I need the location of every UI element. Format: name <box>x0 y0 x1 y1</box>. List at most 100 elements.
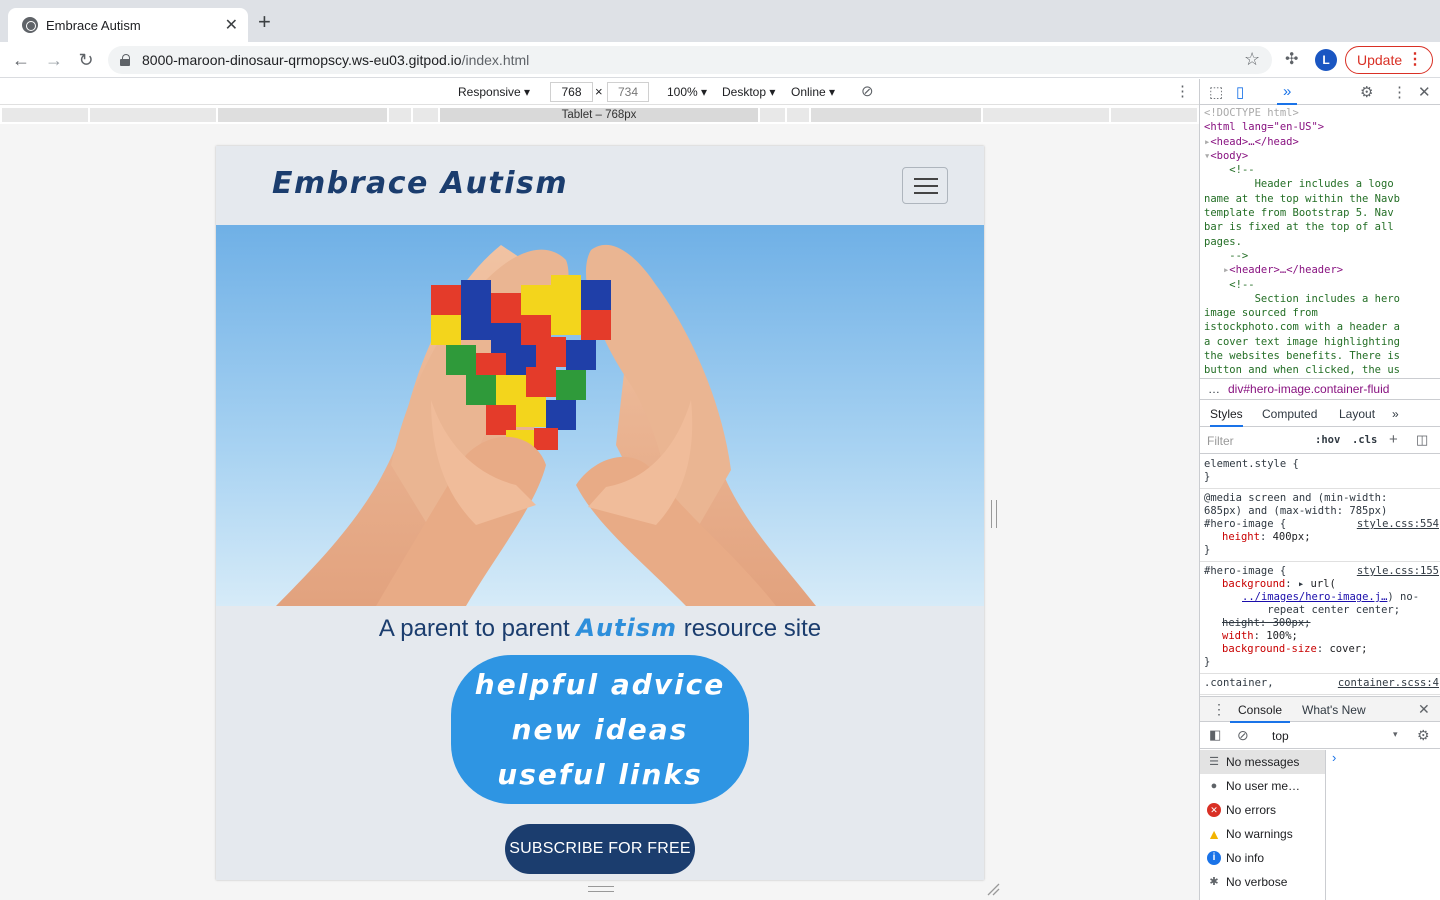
viewport-width-input[interactable]: 768 <box>550 82 593 102</box>
tab-computed[interactable]: Computed <box>1262 407 1317 421</box>
rule-declaration[interactable]: height: 400px; <box>1204 531 1437 544</box>
cover-line: useful links <box>497 758 703 791</box>
chevron-down-icon: ▾ <box>1393 729 1398 739</box>
head-node[interactable]: <head>…</head> <box>1210 136 1299 148</box>
section-comment[interactable]: Section includes a hero image sourced fr… <box>1204 293 1400 376</box>
header-comment[interactable]: Header includes a logo name at the top w… <box>1204 178 1400 261</box>
hov-toggle[interactable]: :hov <box>1315 434 1340 446</box>
container-rule[interactable]: .container, container.scss:4 <box>1200 674 1440 695</box>
sidebar-item-errors[interactable]: ✕ No errors <box>1200 798 1325 822</box>
media-query-segment[interactable] <box>2 108 88 122</box>
breadcrumb-selected[interactable]: div#hero-image.container-fluid <box>1228 382 1389 396</box>
profile-avatar[interactable]: L <box>1315 49 1337 71</box>
devtools-more-icon[interactable]: ⋮ <box>1392 83 1407 101</box>
media-query-segment[interactable] <box>389 108 411 122</box>
site-logo[interactable]: Embrace Autism <box>272 166 568 201</box>
context-selector[interactable]: top <box>1272 729 1289 743</box>
rotate-icon[interactable]: ⊘ <box>861 82 874 100</box>
list-icon: ☰ <box>1209 756 1219 768</box>
device-more-icon[interactable]: ⋮ <box>1175 82 1190 100</box>
header-node[interactable]: <header>…</header> <box>1229 264 1343 276</box>
forward-icon[interactable]: → <box>43 49 65 71</box>
media-query-segment[interactable] <box>760 108 785 122</box>
sidebar-label: No errors <box>1226 803 1277 817</box>
element-style-rule[interactable]: element.style { } <box>1200 455 1440 489</box>
sidebar-item-user-messages[interactable]: ● No user me… <box>1200 774 1325 798</box>
browser-tab[interactable]: Embrace Autism ✕ <box>8 8 248 42</box>
media-query-segment[interactable] <box>413 108 438 122</box>
media-hero-rule[interactable]: @media screen and (min-width: 685px) and… <box>1200 489 1440 562</box>
overridden-declaration[interactable]: height: 300px; <box>1204 617 1437 630</box>
media-query-tablet-label[interactable]: Tablet – 768px <box>440 108 758 122</box>
sidebar-item-warnings[interactable]: ▲ No warnings <box>1200 822 1325 846</box>
new-rule-plus-icon[interactable]: + <box>1389 431 1398 448</box>
drawer-menu-icon[interactable]: ⋮ <box>1212 701 1226 718</box>
cls-toggle[interactable]: .cls <box>1352 434 1377 446</box>
close-tab-icon[interactable]: ✕ <box>225 15 238 35</box>
subscribe-button[interactable]: SUBSCRIBE FOR FREE <box>505 824 695 874</box>
rule-selector: #hero-image {style.css:155 <box>1204 565 1439 578</box>
hero-rule[interactable]: #hero-image {style.css:155 background: ▸… <box>1200 562 1440 674</box>
rule-source-link[interactable]: style.css:155 <box>1357 565 1439 578</box>
address-bar[interactable]: 8000-maroon-dinosaur-qrmopscy.ws-eu03.gi… <box>108 46 1272 74</box>
tab-styles[interactable]: Styles <box>1210 407 1243 427</box>
clear-console-icon[interactable]: ⊘ <box>1237 727 1249 744</box>
hamburger-menu-button[interactable] <box>902 167 948 204</box>
rule-declaration[interactable]: background: ▸ url( <box>1204 578 1437 591</box>
toggle-sidebar-icon[interactable]: ◫ <box>1416 432 1428 448</box>
bookmark-star-icon[interactable]: ☆ <box>1244 49 1260 70</box>
rule-source-link[interactable]: style.css:554 <box>1357 518 1439 531</box>
device-toggle-icon[interactable]: ▯ <box>1236 83 1244 101</box>
console-sidebar-icon[interactable]: ◧ <box>1209 727 1221 743</box>
drawer-close-icon[interactable]: ✕ <box>1418 701 1430 718</box>
dimension-x-icon: × <box>595 84 603 99</box>
resize-handle-bottom[interactable] <box>588 886 614 892</box>
inspect-element-icon[interactable]: ⬚ <box>1209 83 1223 101</box>
media-query-segment[interactable] <box>787 108 809 122</box>
tab-whats-new[interactable]: What's New <box>1302 703 1366 717</box>
back-icon[interactable]: ← <box>10 49 32 71</box>
body-node[interactable]: <body> <box>1210 150 1248 162</box>
resize-handle-corner[interactable] <box>986 882 1000 896</box>
sidebar-item-messages[interactable]: ☰ No messages <box>1200 750 1325 774</box>
console-prompt-icon[interactable]: › <box>1332 750 1336 765</box>
bg-image-link[interactable]: ../images/hero-image.j… <box>1242 591 1387 603</box>
media-query-segment[interactable] <box>811 108 981 122</box>
more-style-tabs-icon[interactable]: » <box>1392 407 1399 421</box>
rule-declaration[interactable]: background-size: cover; <box>1204 643 1437 656</box>
doctype-node[interactable]: <!DOCTYPE html> <box>1204 107 1299 119</box>
viewport-height-input[interactable]: 734 <box>607 82 649 102</box>
more-vert-icon[interactable]: ⋮ <box>1407 50 1423 70</box>
browser-toolbar: ← → ↻ 8000-maroon-dinosaur-qrmopscy.ws-e… <box>0 42 1440 78</box>
media-query-segment[interactable] <box>1111 108 1197 122</box>
settings-gear-icon[interactable]: ⚙ <box>1360 83 1373 101</box>
media-query-segment[interactable] <box>983 108 1109 122</box>
extensions-puzzle-icon[interactable]: ✣ <box>1285 49 1298 69</box>
media-query-segment[interactable] <box>90 108 216 122</box>
update-button[interactable]: Update ⋮ <box>1345 46 1433 74</box>
device-type-dropdown[interactable]: Desktop ▾ <box>722 85 775 99</box>
tab-console[interactable]: Console <box>1230 703 1291 723</box>
site-tagline: A parent to parent Autism resource site <box>216 614 984 643</box>
console-settings-icon[interactable]: ⚙ <box>1417 727 1430 744</box>
resize-handle-right[interactable] <box>991 500 997 528</box>
drawer-tab-bar: ⋮ Console What's New ✕ <box>1200 696 1440 723</box>
comment-open[interactable]: <!-- <box>1229 164 1254 176</box>
new-tab-icon[interactable]: + <box>258 11 271 33</box>
responsive-dropdown[interactable]: Responsive ▾ <box>458 85 530 99</box>
reload-icon[interactable]: ↻ <box>75 49 97 71</box>
sidebar-item-info[interactable]: i No info <box>1200 846 1325 870</box>
styles-filter-input[interactable]: Filter <box>1207 434 1234 448</box>
html-node[interactable]: <html lang="en-US"> <box>1204 121 1324 133</box>
more-tabs-icon[interactable]: » <box>1277 83 1298 105</box>
devtools-close-icon[interactable]: ✕ <box>1418 83 1431 101</box>
sidebar-item-verbose[interactable]: ✱ No verbose <box>1200 870 1325 894</box>
network-throttle-dropdown[interactable]: Online ▾ <box>791 85 835 99</box>
media-query-segment[interactable] <box>218 108 387 122</box>
breadcrumb-ellipsis[interactable]: … <box>1200 382 1228 396</box>
zoom-dropdown[interactable]: 100% ▾ <box>667 85 707 99</box>
comment-open[interactable]: <!-- <box>1229 279 1254 291</box>
tab-layout[interactable]: Layout <box>1339 407 1375 421</box>
rule-declaration[interactable]: width: 100%; <box>1204 630 1437 643</box>
rule-source-link[interactable]: container.scss:4 <box>1338 677 1439 690</box>
